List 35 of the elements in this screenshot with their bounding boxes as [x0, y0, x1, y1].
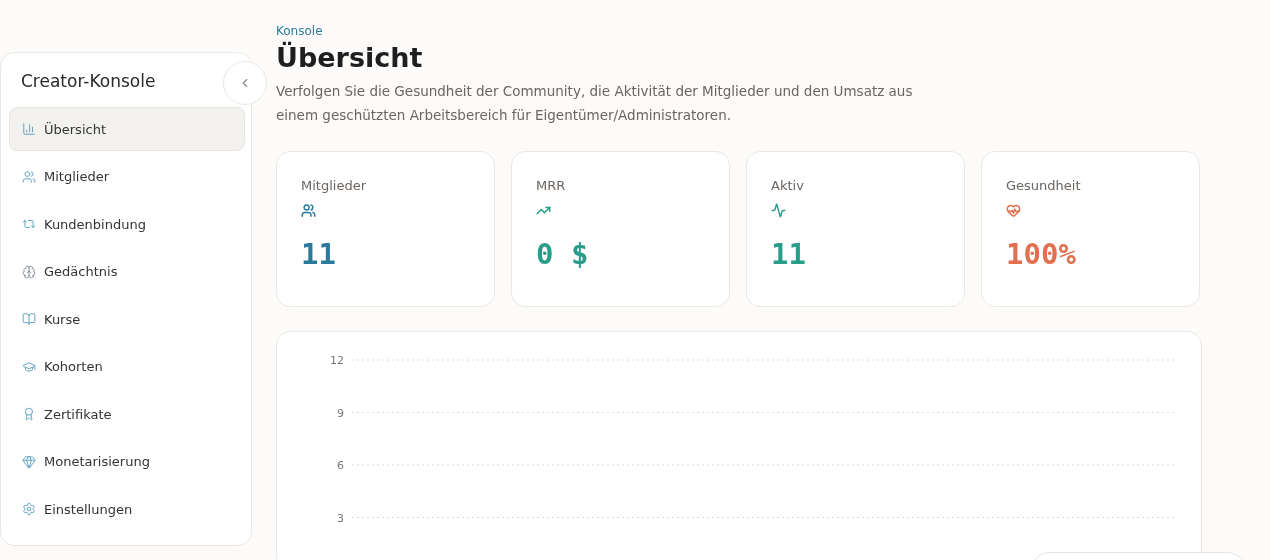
stat-value: 100%: [1006, 237, 1076, 271]
nav-item[interactable]: Kurse: [9, 297, 245, 341]
nav-item[interactable]: Übersicht: [9, 107, 245, 151]
page-description: Verfolgen Sie die Gesundheit der Community, die Aktivität der Mitglieder und den Umsatz aus einem geschützten Arbeitsbereich für Eigentümer/Administratoren.: [276, 82, 914, 125]
axis-tick-label: 3: [337, 511, 344, 525]
brain-icon: [22, 264, 36, 279]
nav-item[interactable]: Kundenbindung: [9, 202, 245, 246]
stat-label: Aktiv: [771, 178, 804, 193]
axis-tick-label: 9: [337, 406, 344, 420]
nav-item[interactable]: Einstellungen: [9, 487, 245, 531]
graduation-cap-icon: [22, 359, 36, 374]
nav-item[interactable]: Gedächtnis: [9, 249, 245, 294]
stat-value: 0 $: [536, 237, 589, 271]
nav-item[interactable]: Kohorten: [9, 344, 245, 389]
nav-item[interactable]: Mitglieder: [9, 154, 245, 199]
stat-label: Gesundheit: [1006, 178, 1081, 193]
breadcrumb-link[interactable]: Konsole: [276, 24, 323, 38]
stat-label: Mitglieder: [301, 178, 366, 193]
gem-icon: [22, 454, 36, 469]
page-title: Übersicht: [276, 42, 423, 73]
settings-icon: [22, 502, 36, 516]
axis-tick-label: 6: [337, 459, 344, 472]
collapse-button[interactable]: [223, 61, 267, 105]
bar-chart-icon: [22, 122, 36, 136]
award-icon: [22, 407, 36, 421]
stat-value: 11: [301, 237, 336, 271]
sidebar-title: Creator-Konsole: [20, 71, 157, 91]
nav-item[interactable]: Zertifikate: [9, 392, 245, 436]
stat-label: MRR: [536, 178, 566, 193]
users-icon: [22, 169, 36, 184]
stat-value: 11: [771, 237, 806, 271]
repeat-icon: [22, 217, 36, 231]
nav-item[interactable]: Monetarisierung: [9, 439, 245, 484]
book-icon: [22, 312, 36, 326]
axis-tick-label: 12: [330, 354, 344, 367]
